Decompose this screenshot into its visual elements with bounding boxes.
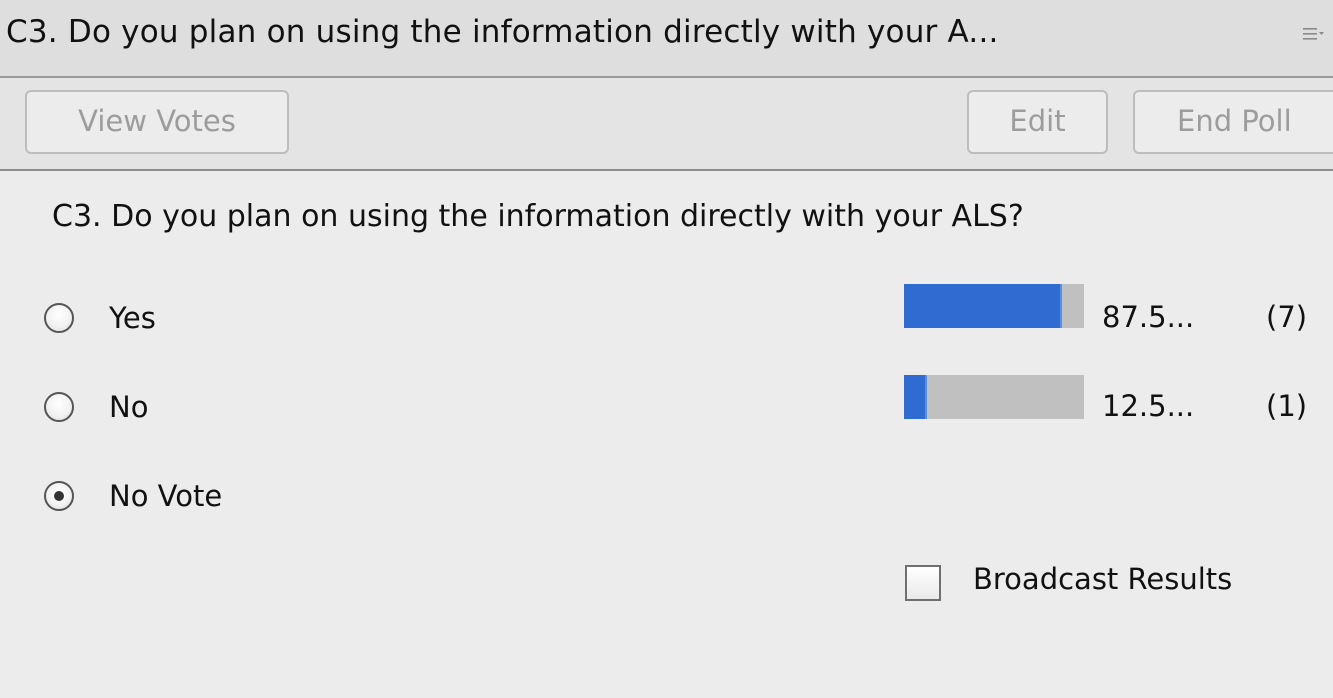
result-bar-no xyxy=(904,375,1084,419)
result-count-no: (1) xyxy=(1266,389,1308,423)
edit-button[interactable]: Edit xyxy=(967,90,1108,154)
radio-selected-dot-icon xyxy=(54,491,64,501)
hamburger-menu-icon[interactable] xyxy=(1303,26,1325,42)
option-label-yes: Yes xyxy=(109,301,156,335)
view-votes-button[interactable]: View Votes xyxy=(25,90,289,154)
result-percent-yes: 87.5... xyxy=(1102,300,1195,334)
broadcast-results-checkbox[interactable] xyxy=(905,565,941,601)
broadcast-results-label: Broadcast Results xyxy=(973,562,1233,596)
result-bar-fill-yes xyxy=(904,284,1062,328)
option-label-no-vote: No Vote xyxy=(109,479,223,513)
poll-title-bar: C3. Do you plan on using the information… xyxy=(0,0,1333,78)
result-percent-no: 12.5... xyxy=(1102,389,1195,423)
option-label-no: No xyxy=(109,390,149,424)
poll-toolbar: View Votes Edit End Poll xyxy=(0,78,1333,171)
result-count-yes: (7) xyxy=(1266,300,1308,334)
poll-question: C3. Do you plan on using the information… xyxy=(52,199,1024,234)
radio-button-no-vote[interactable] xyxy=(44,481,74,511)
end-poll-button[interactable]: End Poll xyxy=(1133,90,1333,154)
radio-button-yes[interactable] xyxy=(44,303,74,333)
result-bar-yes xyxy=(904,284,1084,328)
radio-button-no[interactable] xyxy=(44,392,74,422)
poll-title: C3. Do you plan on using the information… xyxy=(6,14,999,50)
result-bar-fill-no xyxy=(904,375,927,419)
